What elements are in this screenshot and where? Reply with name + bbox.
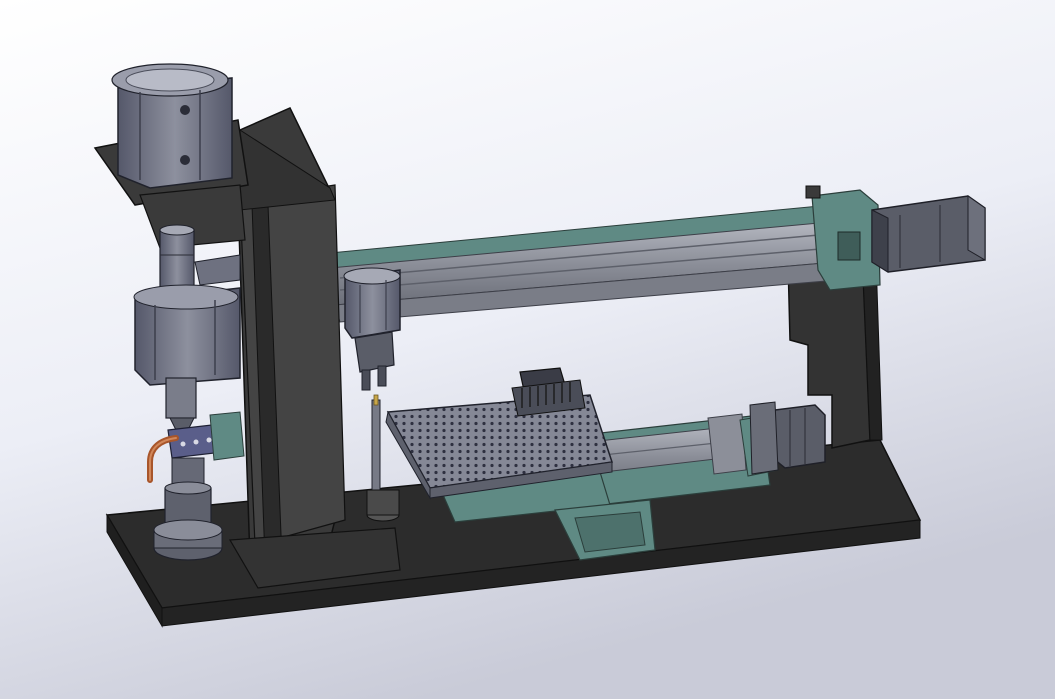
rail-carriage-cylinder: [343, 267, 401, 339]
cad-assembly-scene: [0, 0, 1055, 699]
cad-assembly-drawing: [0, 0, 1055, 699]
end-stepper-motor: [871, 195, 986, 273]
y-axis-stepper-motor: [749, 401, 826, 475]
